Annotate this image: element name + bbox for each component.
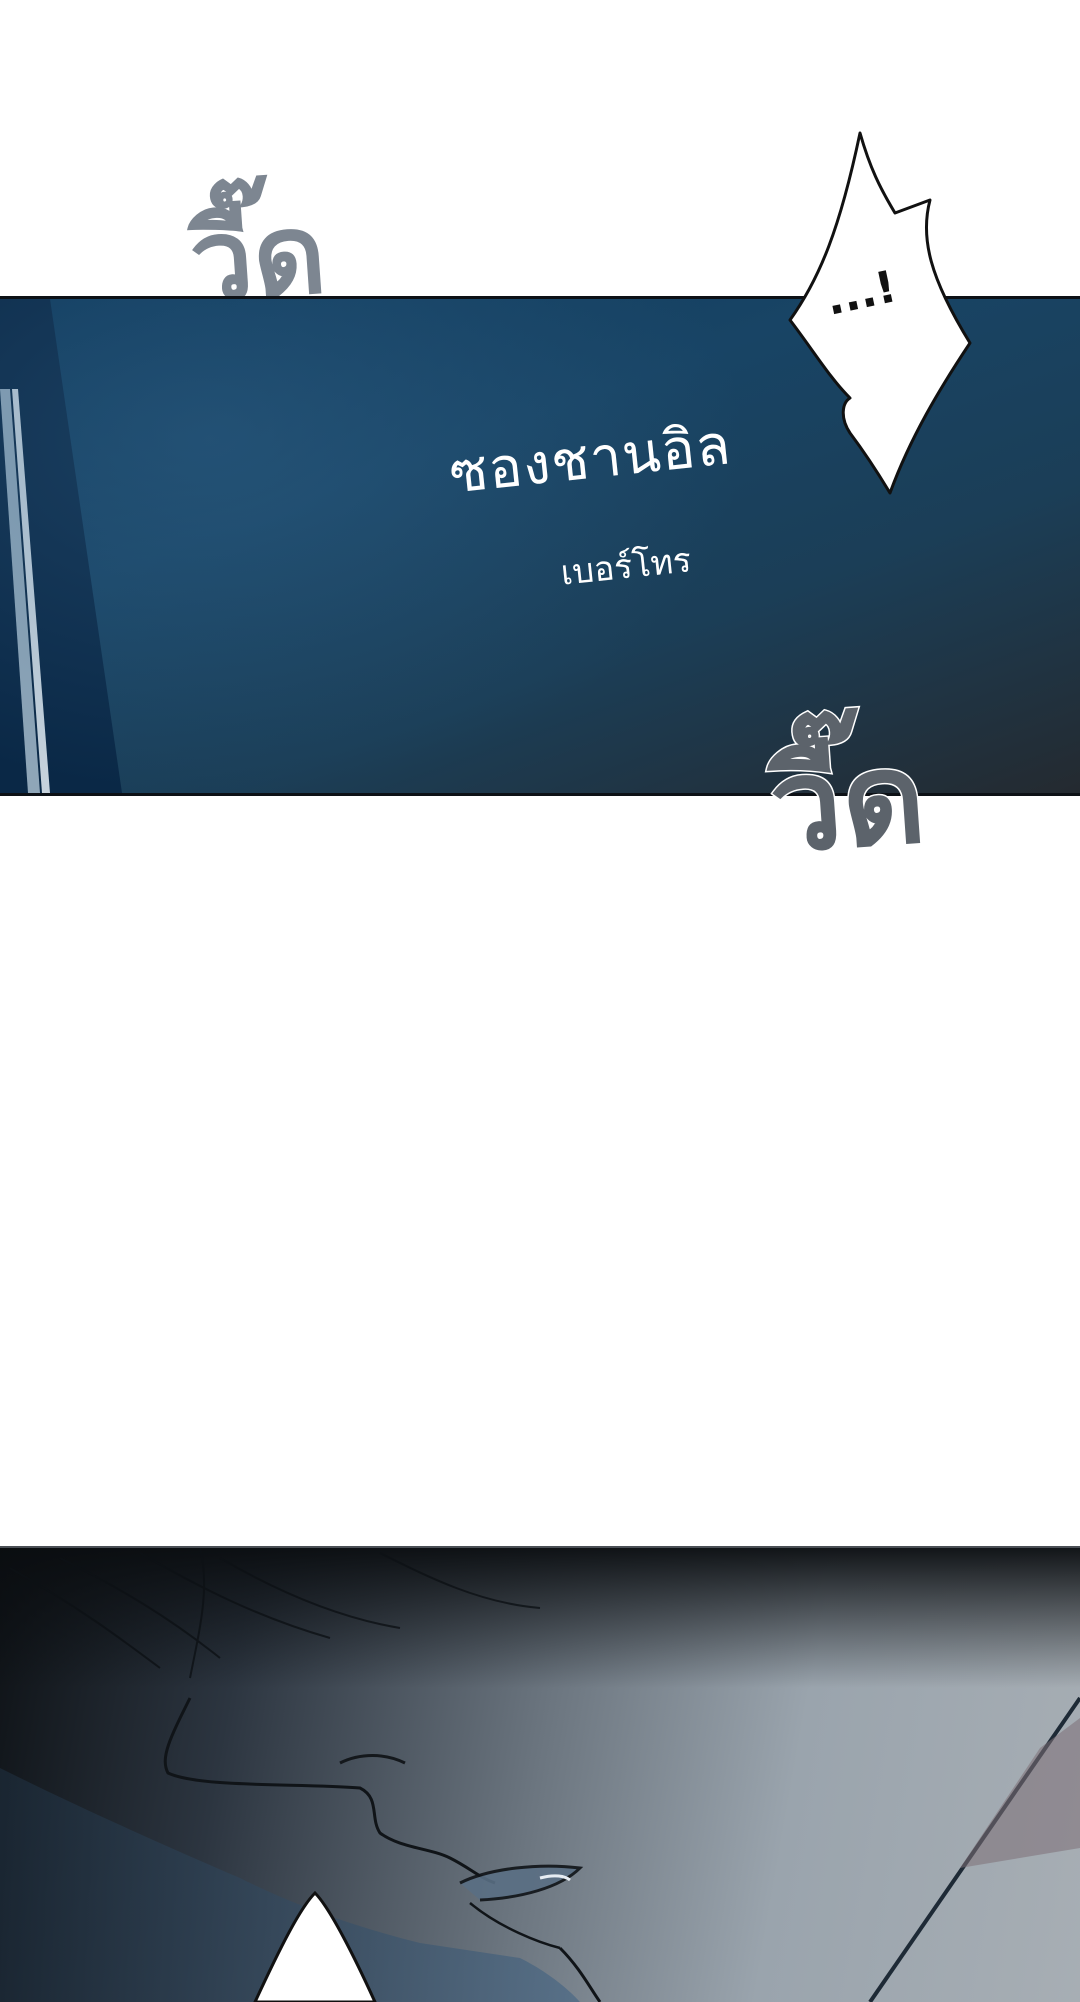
caller-name: ซองชานอิล (446, 412, 735, 507)
face-illustration (0, 1548, 1080, 2002)
vibration-sfx-bottom: วี๊ด (764, 721, 932, 883)
phone-frame-edge (0, 299, 122, 793)
speech-bubble (788, 131, 972, 495)
comic-page: วี๊ด ซองชานอิล เบอร์โทร วี๊ด ...! (0, 0, 1080, 2002)
face-closeup-panel (0, 1546, 1080, 2002)
caller-subtitle: เบอร์โทร (558, 540, 694, 594)
